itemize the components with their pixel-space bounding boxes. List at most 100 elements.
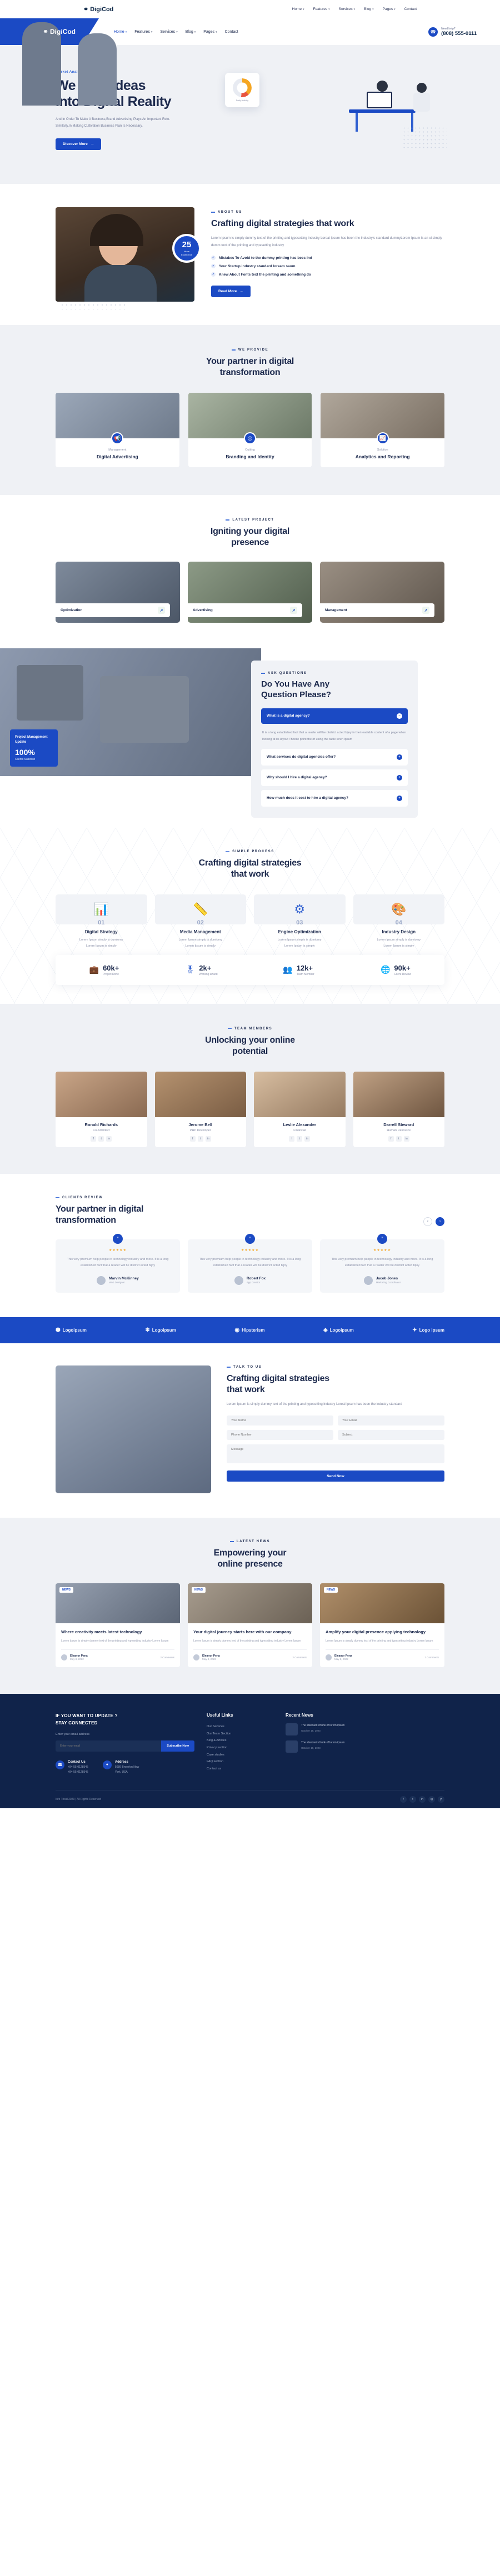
arrow-up-right-icon[interactable]: ↗ bbox=[158, 607, 166, 614]
footer-link[interactable]: Blog & Articles bbox=[207, 1737, 273, 1744]
news-eyebrow: LATEST NEWS bbox=[56, 1540, 444, 1543]
topbar-item-pages[interactable]: Pages ▾ bbox=[383, 7, 396, 11]
counter-item: 💼 60k+ Project Done bbox=[56, 964, 153, 976]
service-kicker: Management bbox=[108, 448, 127, 452]
facebook-icon[interactable]: f bbox=[289, 1136, 295, 1142]
author-name: Marvin McKinney bbox=[109, 1277, 139, 1281]
footer-link[interactable]: FAQ section bbox=[207, 1758, 273, 1765]
faq-item-open[interactable]: What is a digital agency? − bbox=[261, 708, 408, 724]
plus-icon[interactable]: + bbox=[397, 774, 402, 781]
facebook-icon[interactable]: f bbox=[189, 1136, 196, 1142]
eyebrow-bar-icon bbox=[229, 1541, 234, 1542]
brand-logo: ❄ Logoipsum bbox=[145, 1327, 176, 1333]
linkedin-icon[interactable]: in bbox=[304, 1136, 311, 1142]
footer-link[interactable]: Contact us bbox=[207, 1765, 273, 1773]
eyebrow-bar-icon bbox=[231, 349, 236, 351]
prev-button[interactable]: ‹ bbox=[423, 1217, 432, 1226]
next-button[interactable]: › bbox=[436, 1217, 444, 1226]
recent-title-text: The standard chunk of lorem ipsum bbox=[301, 1741, 345, 1745]
read-more-button[interactable]: Read More → bbox=[211, 286, 251, 298]
arrow-up-right-icon[interactable]: ↗ bbox=[422, 607, 430, 614]
service-card[interactable]: ◎ Cutting Branding and Identity bbox=[188, 393, 312, 467]
twitter-icon[interactable]: t bbox=[297, 1136, 303, 1142]
team-member[interactable]: Leslie Alexander Financial f t in bbox=[254, 1071, 346, 1147]
footer-links-col: Useful Links Our Services Our Team Secti… bbox=[207, 1713, 273, 1775]
arrow-up-right-icon[interactable]: ↗ bbox=[290, 607, 298, 614]
nav-item-features[interactable]: Features ▾ bbox=[134, 30, 152, 34]
quote-icon: ” bbox=[113, 1233, 123, 1244]
topbar-item-features[interactable]: Features ▾ bbox=[313, 7, 329, 11]
project-card[interactable]: Optimization ↗ bbox=[56, 562, 180, 623]
footer-link[interactable]: Privacy section bbox=[207, 1744, 273, 1752]
footer-link[interactable]: Our Team Section bbox=[207, 1730, 273, 1738]
footer-link[interactable]: Case studies bbox=[207, 1752, 273, 1759]
message-textarea[interactable] bbox=[227, 1444, 444, 1464]
topbar-item-services[interactable]: Services ▾ bbox=[339, 7, 355, 11]
contact-paragraph: Lorem Ipsum is simply dummy text of the … bbox=[227, 1402, 402, 1406]
avatar bbox=[154, 1071, 246, 1117]
topbar-item-contact[interactable]: Contact bbox=[404, 7, 417, 11]
minus-icon[interactable]: − bbox=[397, 713, 402, 719]
linkedin-icon[interactable]: in bbox=[106, 1136, 112, 1142]
team-member[interactable]: Darrell Steward Human Resource f t in bbox=[353, 1071, 444, 1147]
plus-icon[interactable]: + bbox=[397, 754, 402, 760]
nav-item-blog[interactable]: Blog ▾ bbox=[186, 30, 196, 34]
testimonial-cards: ” ★★★★★ This very premium help people in… bbox=[56, 1233, 444, 1293]
projects-eyebrow: LATEST PROJECT bbox=[56, 518, 444, 522]
topbar-item-blog[interactable]: Blog ▾ bbox=[364, 7, 374, 11]
nav-item-pages[interactable]: Pages ▾ bbox=[203, 30, 217, 34]
youtube-icon[interactable]: yt bbox=[438, 1795, 444, 1803]
plus-icon[interactable]: + bbox=[397, 795, 402, 801]
service-card[interactable]: 📈 Solution Analytics and Reporting bbox=[321, 393, 445, 467]
news-card[interactable]: NEWS Where creativity meets latest techn… bbox=[56, 1583, 180, 1668]
twitter-icon[interactable]: t bbox=[396, 1136, 402, 1142]
topbar-logo[interactable]: ⚭ DigiCod bbox=[83, 6, 113, 13]
nav-item-contact[interactable]: Contact bbox=[225, 30, 238, 34]
phone-input[interactable] bbox=[227, 1430, 333, 1440]
name-input[interactable] bbox=[227, 1415, 333, 1426]
linkedin-icon[interactable]: in bbox=[403, 1136, 409, 1142]
nav-item-services[interactable]: Services ▾ bbox=[160, 30, 177, 34]
links-title: Useful Links bbox=[207, 1713, 233, 1718]
linkedin-icon[interactable]: in bbox=[205, 1136, 211, 1142]
twitter-icon[interactable]: t bbox=[197, 1136, 203, 1142]
linkedin-icon[interactable]: in bbox=[419, 1795, 426, 1803]
team-member[interactable]: Ronald Richards Co-Architect f t in bbox=[56, 1071, 147, 1147]
subscribe-button[interactable]: Subscribe Now bbox=[161, 1740, 194, 1752]
header-logo[interactable]: ⚭ DigiCod bbox=[43, 28, 76, 36]
facebook-icon[interactable]: f bbox=[91, 1136, 97, 1142]
project-card[interactable]: Advertising ↗ bbox=[188, 562, 312, 623]
topbar-item-home[interactable]: Home ▾ bbox=[292, 7, 304, 11]
email-input[interactable] bbox=[338, 1415, 444, 1426]
faq-item[interactable]: How much does it cost to hire a digital … bbox=[261, 789, 408, 807]
project-label-bar: Management ↗ bbox=[320, 603, 435, 617]
twitter-icon[interactable]: t bbox=[98, 1136, 104, 1142]
faq-item[interactable]: Why should I hire a digital agency? + bbox=[261, 769, 408, 786]
facebook-icon[interactable]: f bbox=[400, 1795, 407, 1803]
news-card[interactable]: NEWS Your digital journey starts here wi… bbox=[188, 1583, 312, 1668]
send-now-button[interactable]: Send Now bbox=[227, 1470, 444, 1482]
instagram-icon[interactable]: ig bbox=[428, 1795, 435, 1803]
star-rating: ★★★★★ bbox=[241, 1248, 259, 1252]
facebook-icon[interactable]: f bbox=[388, 1136, 394, 1142]
faq-item[interactable]: What services do digital agencies offer?… bbox=[261, 748, 408, 766]
twitter-icon[interactable]: t bbox=[409, 1795, 416, 1803]
header-contact[interactable]: ☎ Need help? (808) 555-0111 bbox=[428, 18, 477, 45]
recent-news-item[interactable]: The standard chunk of lorem ipsum Octobe… bbox=[286, 1723, 444, 1736]
nav-item-home[interactable]: Home ▾ bbox=[114, 30, 127, 34]
project-card[interactable]: Management ↗ bbox=[320, 562, 444, 623]
service-card[interactable]: 📢 Management Digital Advertising bbox=[56, 393, 179, 467]
recent-news-item[interactable]: The standard chunk of lorem ipsum Octobe… bbox=[286, 1740, 444, 1753]
team-member[interactable]: Jerome Bell PHP Developer f t in bbox=[154, 1071, 246, 1147]
newsletter-email-input[interactable] bbox=[56, 1740, 162, 1752]
eyebrow-bar-icon bbox=[211, 212, 215, 213]
chevron-down-icon: ▾ bbox=[125, 30, 127, 34]
list-item: ✓ Knew About Fonts text the printing and … bbox=[211, 272, 311, 277]
daily-activity-card: Daily Activity bbox=[225, 73, 259, 107]
footer-link[interactable]: Our Services bbox=[207, 1723, 273, 1730]
header-phone-number[interactable]: (808) 555-0111 bbox=[441, 31, 477, 37]
counter-label: Project Done bbox=[103, 972, 119, 976]
news-card[interactable]: NEWS Amplify your digital presence apply… bbox=[320, 1583, 444, 1668]
subject-input[interactable] bbox=[338, 1430, 444, 1440]
discover-more-button[interactable]: Discover More → bbox=[56, 138, 102, 151]
